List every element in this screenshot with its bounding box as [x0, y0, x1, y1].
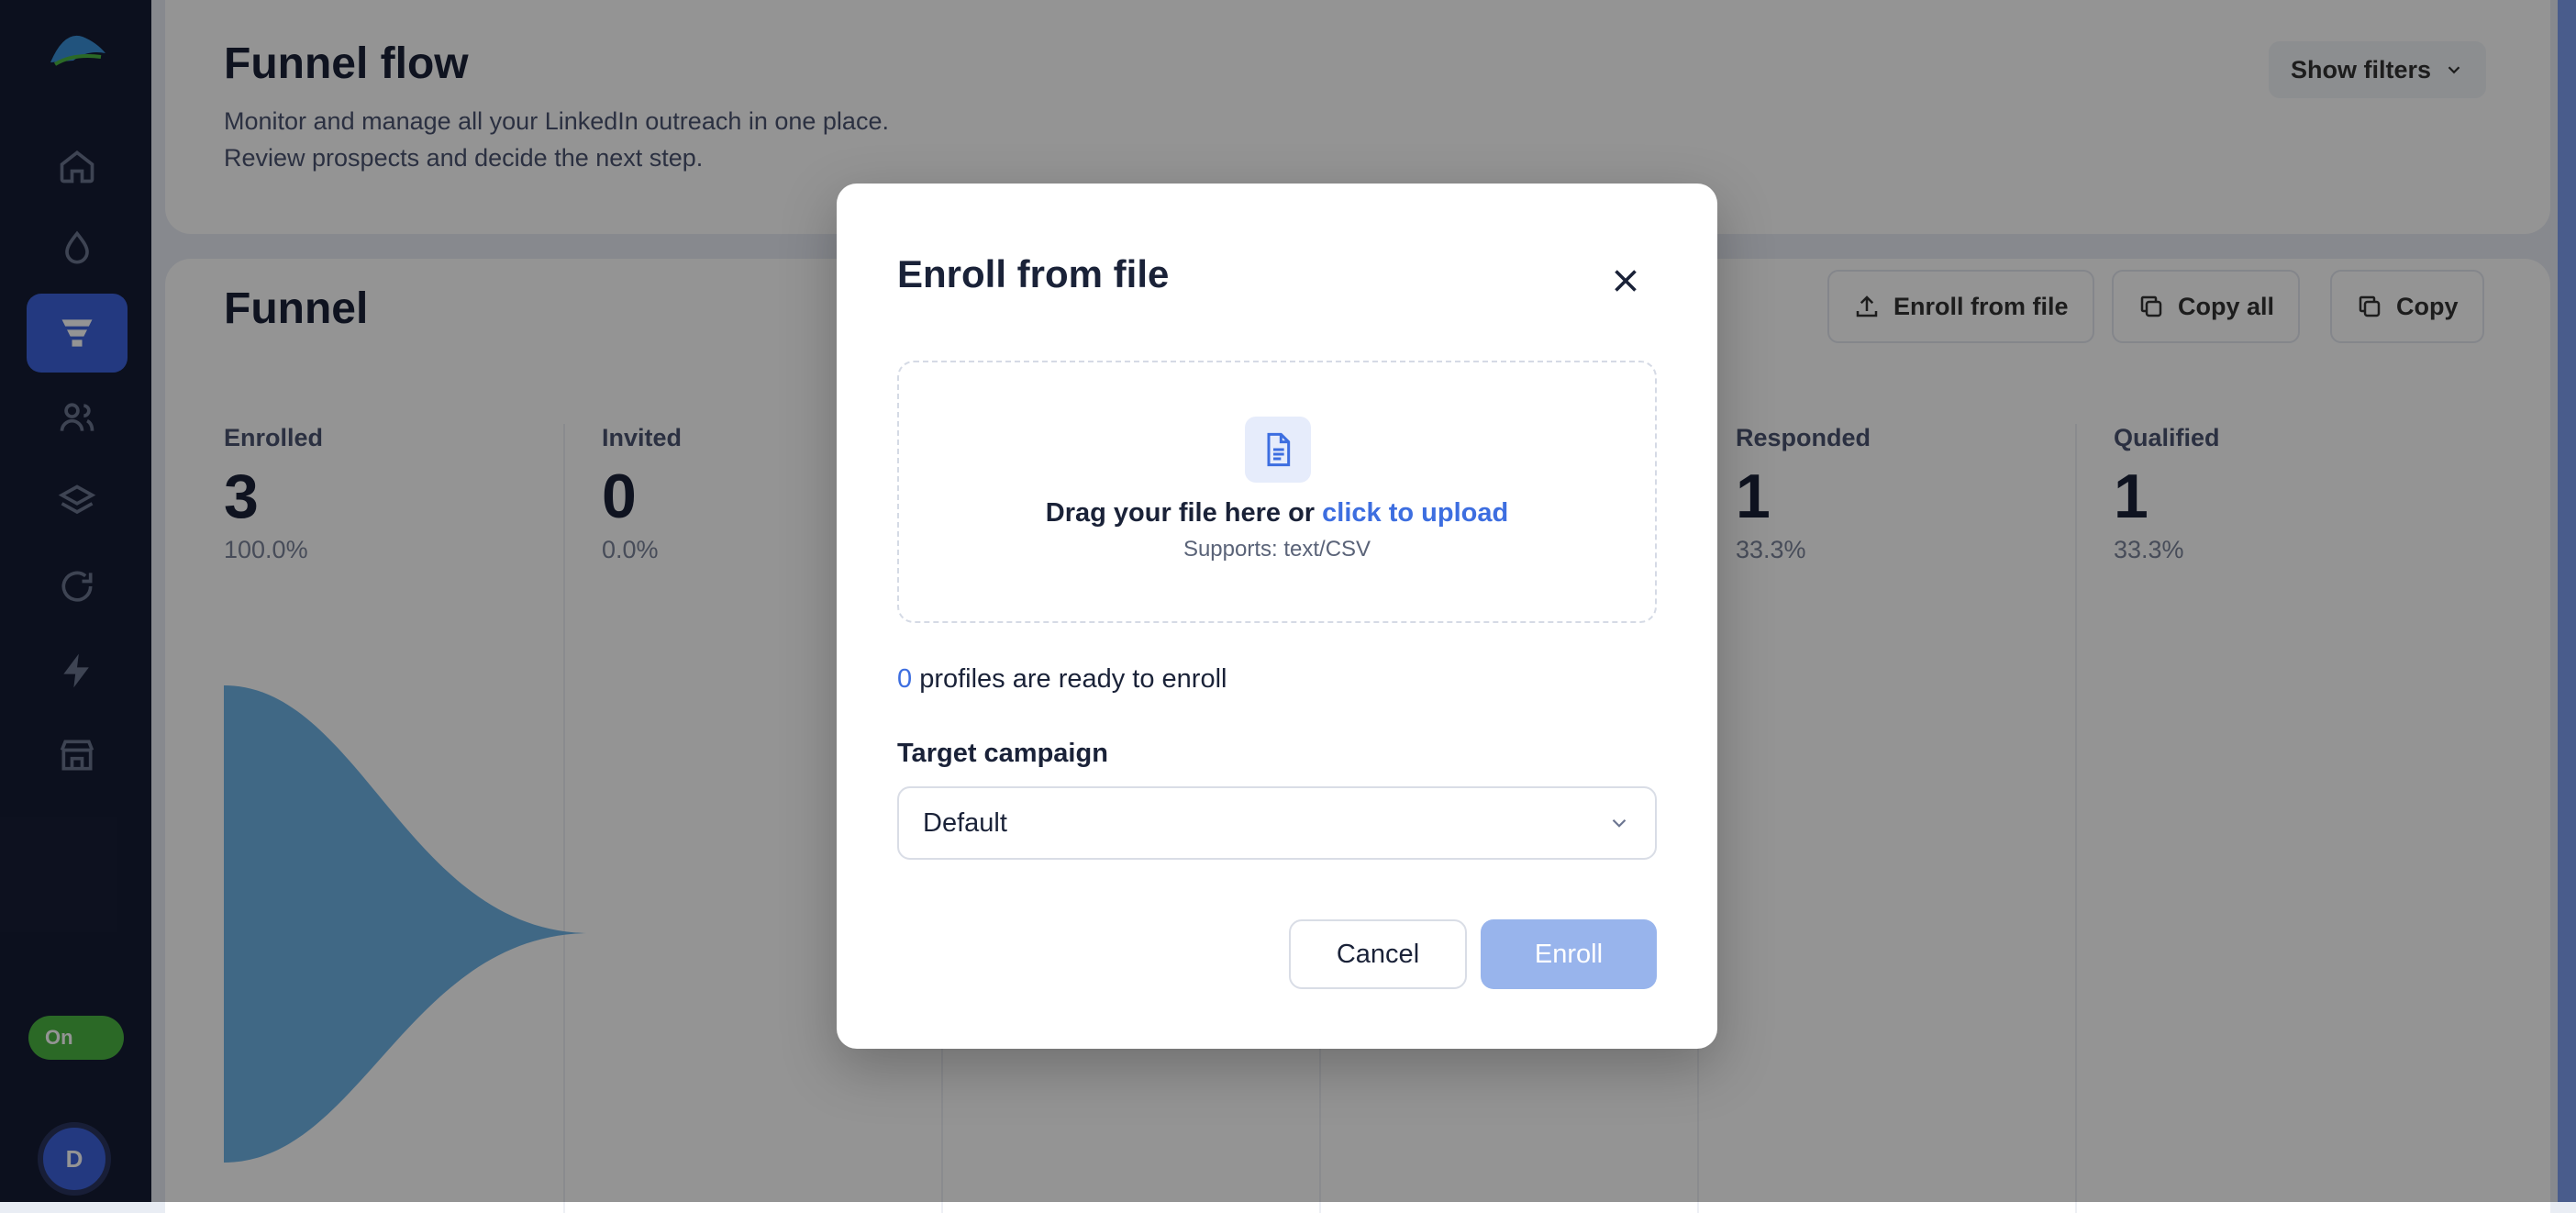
document-icon — [1245, 417, 1311, 483]
click-to-upload-link[interactable]: click to upload — [1322, 498, 1508, 528]
ready-text: profiles are ready to enroll — [912, 664, 1227, 694]
file-dropzone[interactable]: Drag your file here or click to upload S… — [897, 361, 1657, 623]
close-icon — [1615, 270, 1637, 292]
edge-strip — [2558, 0, 2576, 1202]
target-campaign-value: Default — [923, 807, 1007, 838]
ready-count: 0 — [897, 664, 913, 694]
supported-formats: Supports: text/CSV — [1183, 537, 1371, 562]
target-campaign-select[interactable]: Default — [897, 786, 1657, 860]
ready-status: 0 profiles are ready to enroll — [897, 664, 1227, 695]
target-campaign-label: Target campaign — [897, 739, 1108, 768]
cancel-button[interactable]: Cancel — [1289, 919, 1467, 989]
dropzone-text: Drag your file here or — [1045, 498, 1323, 528]
close-button[interactable] — [1598, 253, 1653, 308]
dialog-title: Enroll from file — [897, 252, 1170, 295]
enroll-from-file-dialog: Enroll from file Drag your file here or … — [837, 184, 1717, 1049]
enroll-button[interactable]: Enroll — [1481, 919, 1657, 989]
chevron-down-icon — [1612, 818, 1627, 828]
dropzone-instruction: Drag your file here or click to upload — [899, 498, 1655, 529]
